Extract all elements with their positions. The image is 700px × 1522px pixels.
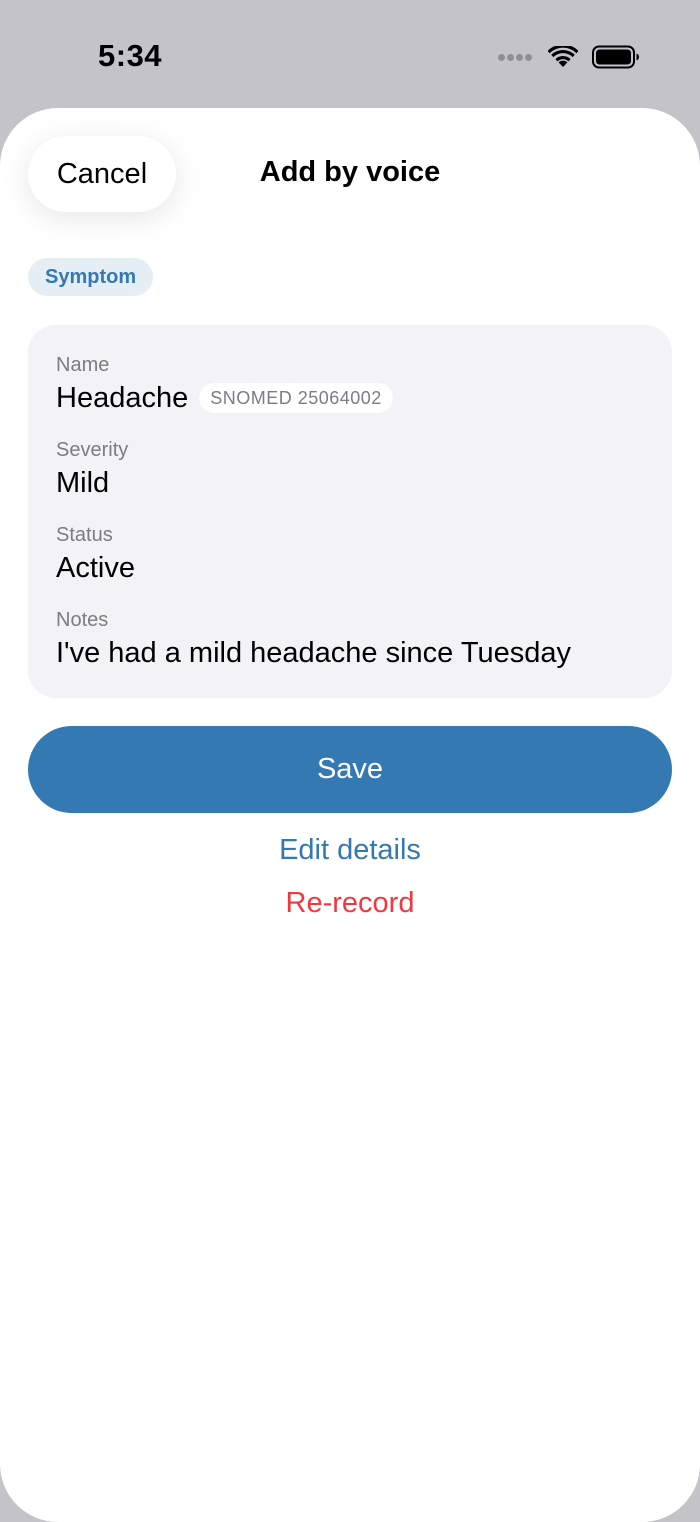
notes-label: Notes — [56, 609, 109, 631]
name-value: Headache — [56, 382, 189, 414]
cellular-dots-icon — [498, 53, 534, 61]
details-card: Name Headache SNOMED 25064002 Severity M… — [28, 325, 672, 698]
status-time: 5:34 — [98, 38, 163, 73]
status-icons — [498, 40, 640, 74]
status-label: Status — [56, 524, 113, 546]
edit-details-link[interactable]: Edit details — [0, 830, 700, 870]
severity-label: Severity — [56, 439, 129, 461]
severity-value: Mild — [56, 467, 110, 499]
sheet-title: Add by voice — [259, 156, 441, 188]
snomed-code-badge: SNOMED 25064002 — [199, 383, 393, 413]
notes-value: I've had a mild headache since Tuesday — [56, 637, 571, 669]
status-field: Status Active — [56, 522, 644, 588]
re-record-link[interactable]: Re-record — [0, 883, 700, 923]
notes-field: Notes I've had a mild headache since Tue… — [56, 607, 644, 673]
status-value: Active — [56, 552, 135, 584]
name-label: Name — [56, 354, 110, 376]
save-button[interactable]: Save — [28, 726, 672, 813]
name-value-row: Headache SNOMED 25064002 — [56, 378, 644, 418]
severity-field: Severity Mild — [56, 437, 644, 503]
wifi-icon — [548, 46, 578, 68]
name-field: Name Headache SNOMED 25064002 — [56, 352, 644, 418]
category-badge: Symptom — [28, 258, 154, 296]
battery-icon — [592, 45, 640, 69]
add-by-voice-sheet: Cancel Add by voice Symptom Name Headach… — [0, 108, 700, 1522]
status-bar: 5:34 — [0, 0, 700, 108]
